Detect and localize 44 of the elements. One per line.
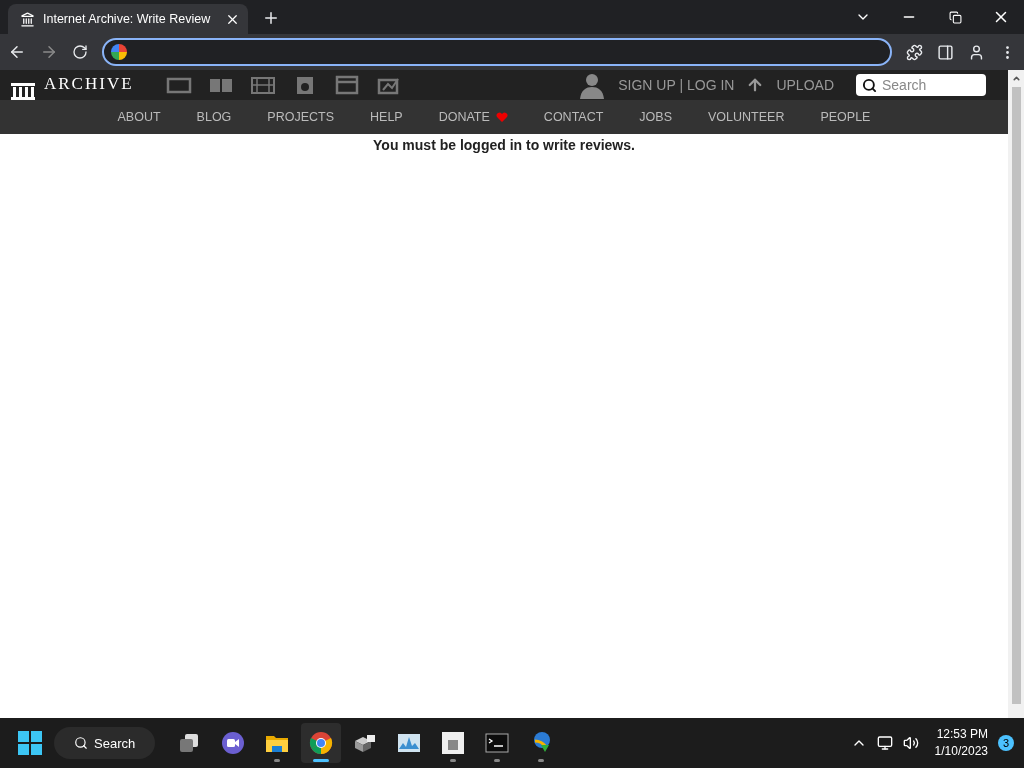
sign-up-log-in-link[interactable]: SIGN UP | LOG IN — [618, 77, 735, 93]
login-required-message: You must be logged in to write reviews. — [372, 136, 636, 153]
columns-icon[interactable] — [10, 80, 36, 100]
browser-icon[interactable] — [309, 731, 334, 755]
nav-link[interactable]: PROJECTS — [249, 110, 353, 124]
nav-link[interactable]: JOBS — [621, 110, 690, 124]
search-field[interactable]: Search — [856, 74, 986, 96]
window-icon[interactable] — [166, 75, 192, 95]
forward-icon[interactable] — [40, 43, 58, 61]
nav-link[interactable]: HELP — [352, 110, 421, 124]
windows-start-icon[interactable] — [18, 731, 42, 755]
search-icon — [74, 736, 88, 750]
back-icon[interactable] — [8, 43, 26, 61]
restore-icon[interactable] — [948, 10, 962, 24]
nav-link[interactable]: BLOG — [178, 110, 250, 124]
person-icon[interactable] — [578, 71, 607, 99]
site-logo-text[interactable]: ARCHIVE — [44, 74, 134, 100]
scrollbar[interactable] — [1008, 70, 1024, 718]
video-chat-icon[interactable] — [221, 731, 246, 755]
clock[interactable]: 12:53 PM 1/10/2023 — [934, 726, 988, 760]
nav-link[interactable]: ABOUT — [99, 110, 179, 124]
terminal-icon[interactable] — [485, 731, 510, 755]
nav-link[interactable]: CONTACT — [525, 110, 622, 124]
volume-icon[interactable] — [902, 735, 919, 751]
scroll-up-icon[interactable] — [1011, 74, 1021, 83]
profile-icon[interactable] — [968, 43, 985, 61]
side-panel-icon[interactable] — [937, 43, 954, 61]
new-tab-icon[interactable] — [262, 9, 280, 27]
notification-badge[interactable]: 3 — [998, 735, 1014, 751]
browser-tab[interactable]: Internet Archive: Write Review — [8, 4, 248, 34]
upload-link[interactable]: UPLOAD — [776, 77, 834, 93]
nav-link[interactable]: DONATE — [420, 110, 526, 124]
performance-chart-icon[interactable] — [397, 731, 422, 755]
nav-link[interactable]: VOLUNTEER — [690, 110, 803, 124]
film-icon[interactable] — [250, 75, 276, 95]
reload-icon[interactable] — [72, 44, 88, 60]
museum-icon — [20, 11, 35, 27]
taskbar-search[interactable]: Search — [54, 727, 156, 759]
puzzle-icon[interactable] — [906, 43, 923, 61]
search-icon — [862, 78, 877, 93]
network-icon[interactable] — [876, 735, 893, 751]
image-window-icon[interactable] — [441, 731, 466, 755]
address-bar[interactable] — [102, 38, 892, 66]
nav-link[interactable]: PEOPLE — [802, 110, 889, 124]
